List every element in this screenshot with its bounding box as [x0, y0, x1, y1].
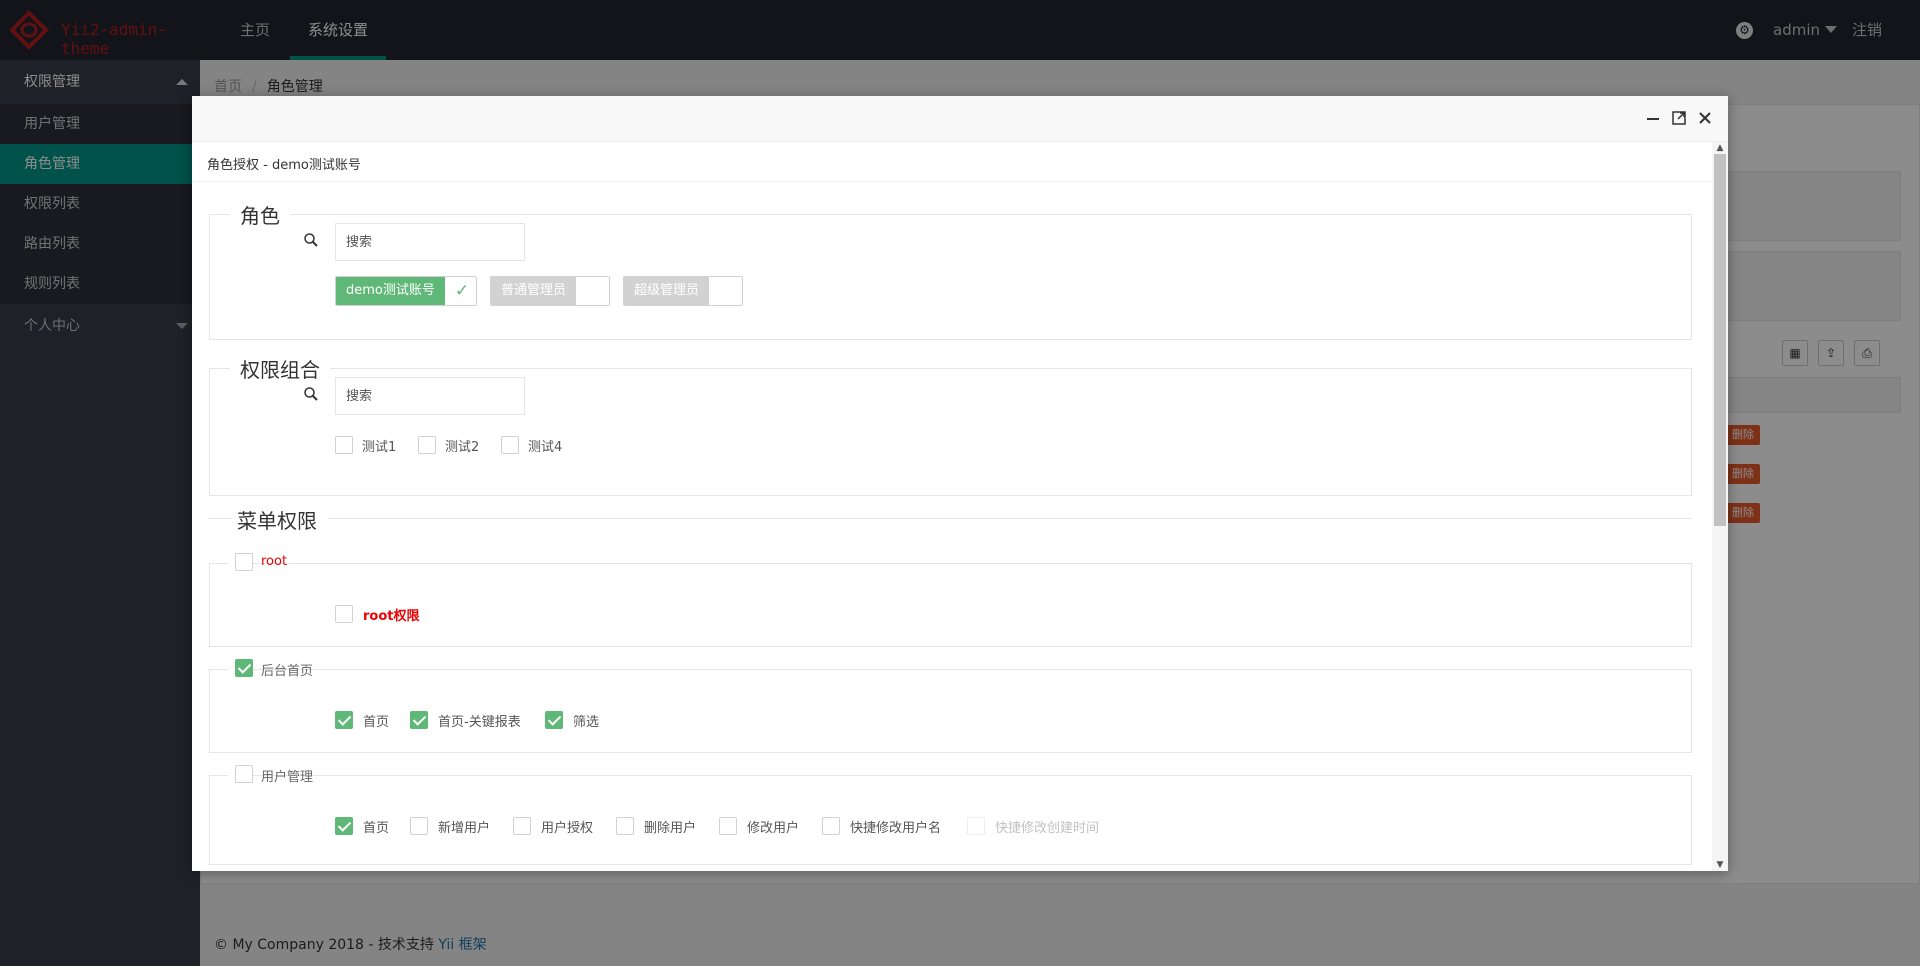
maximize-button[interactable] — [1669, 108, 1689, 128]
section-label: 用户管理 — [261, 770, 314, 785]
menu-perm-label: root权限 — [363, 609, 420, 624]
menu-perm-checkbox[interactable] — [719, 817, 737, 835]
check-icon: ✓ — [454, 281, 470, 301]
menu-perm-checkbox-disabled — [967, 817, 985, 835]
modal-title: 角色授权 - demo测试账号 — [207, 158, 361, 173]
section-checkbox[interactable] — [235, 553, 253, 571]
permission-groups-search-input[interactable] — [335, 377, 525, 415]
scroll-down-icon[interactable]: ▼ — [1712, 859, 1728, 871]
close-button[interactable] — [1695, 108, 1715, 128]
permission-groups-legend: 权限组合 — [240, 358, 320, 382]
menu-perm-label: 删除用户 — [644, 821, 697, 836]
scroll-up-icon[interactable]: ▲ — [1712, 142, 1728, 154]
role-tag-demo[interactable]: demo测试账号 ✓ — [335, 276, 477, 306]
menu-perm-checkbox[interactable] — [545, 711, 563, 729]
menu-perm-label: 快捷修改用户名 — [850, 821, 942, 836]
divider — [192, 181, 1712, 182]
section-checkbox[interactable] — [235, 659, 253, 677]
section-label: 后台首页 — [261, 664, 314, 679]
perm-group-checkbox[interactable] — [501, 436, 519, 454]
modal-titlebar[interactable] — [192, 96, 1728, 142]
menu-section-root: root — [209, 552, 1692, 647]
minimize-button[interactable] — [1643, 108, 1663, 128]
minimize-icon — [1647, 118, 1659, 120]
perm-group-label: 测试1 — [362, 440, 397, 455]
roles-legend: 角色 — [240, 204, 280, 228]
menu-perm-label: 首页 — [363, 821, 390, 836]
menu-perm-label: 筛选 — [573, 715, 600, 730]
role-authorization-modal: 角色授权 - demo测试账号 角色 demo测试账号 ✓ 普通管理员 超级管理… — [192, 96, 1728, 871]
menu-section-dashboard: 后台首页 — [209, 658, 1692, 753]
divider — [209, 518, 231, 519]
menu-perm-checkbox[interactable] — [616, 817, 634, 835]
menu-perm-checkbox[interactable] — [335, 605, 353, 623]
perm-group-checkbox[interactable] — [335, 436, 353, 454]
section-legend: 用户管理 — [228, 764, 313, 786]
section-label: root — [261, 554, 288, 569]
modal-scrollbar[interactable]: ▲ ▼ — [1712, 142, 1728, 871]
menu-perm-label: 首页 — [363, 715, 390, 730]
divider — [328, 518, 1692, 519]
menu-perm-checkbox[interactable] — [513, 817, 531, 835]
role-tag-super-admin[interactable]: 超级管理员 — [623, 276, 743, 306]
perm-group-label: 测试4 — [528, 440, 563, 455]
menu-perm-checkbox[interactable] — [335, 817, 353, 835]
roles-fieldset: 角色 — [209, 200, 1692, 340]
scrollbar-thumb[interactable] — [1714, 154, 1726, 526]
role-tag-label: 超级管理员 — [624, 277, 710, 305]
menu-perm-checkbox[interactable] — [822, 817, 840, 835]
close-icon — [1699, 112, 1711, 124]
roles-search-input[interactable] — [335, 223, 525, 261]
menu-perm-label: 新增用户 — [438, 821, 491, 836]
search-icon — [304, 387, 318, 401]
menu-perm-label: 修改用户 — [747, 821, 800, 836]
modal-body: 角色授权 - demo测试账号 角色 demo测试账号 ✓ 普通管理员 超级管理… — [192, 142, 1712, 871]
section-legend: 后台首页 — [228, 658, 313, 680]
role-tag-label: demo测试账号 — [336, 277, 445, 305]
menu-perm-checkbox[interactable] — [410, 817, 428, 835]
section-legend: root — [228, 552, 287, 574]
menu-section-user-management: 用户管理 — [209, 764, 1692, 865]
search-icon — [304, 233, 318, 247]
permission-groups-fieldset: 权限组合 — [209, 354, 1692, 496]
menu-perm-checkbox[interactable] — [335, 711, 353, 729]
menu-permissions-title: 菜单权限 — [237, 509, 317, 533]
menu-perm-label: 快捷修改创建时间 — [995, 821, 1100, 836]
perm-group-label: 测试2 — [445, 440, 480, 455]
maximize-icon — [1672, 111, 1686, 125]
role-tag-normal-admin[interactable]: 普通管理员 — [490, 276, 610, 306]
menu-perm-label: 首页-关键报表 — [438, 715, 521, 730]
role-tag-label: 普通管理员 — [491, 277, 577, 305]
perm-group-checkbox[interactable] — [418, 436, 436, 454]
section-checkbox[interactable] — [235, 765, 253, 783]
menu-perm-label: 用户授权 — [541, 821, 594, 836]
menu-perm-checkbox[interactable] — [410, 711, 428, 729]
